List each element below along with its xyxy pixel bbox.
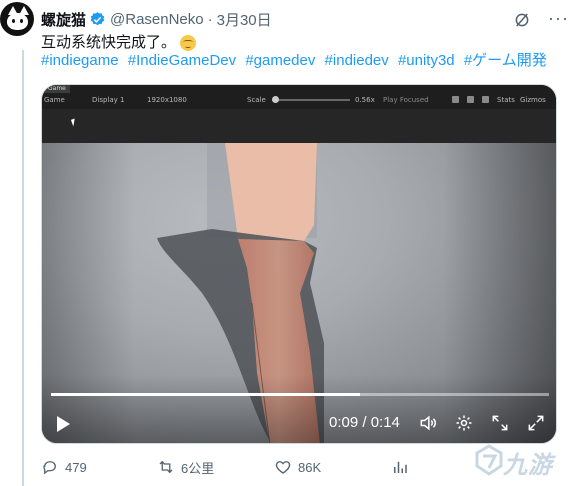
mute-audio-icon[interactable] xyxy=(452,96,459,103)
views-chart-icon xyxy=(394,461,407,473)
avatar[interactable] xyxy=(0,2,34,36)
unity-game-toolbar: Game Game Display 1 1920x1080 Scale 0.56… xyxy=(42,85,556,109)
tweet-text: 互动系统快完成了。 xyxy=(41,33,197,53)
bug-icon[interactable] xyxy=(467,96,474,103)
relieved-face-emoji-icon xyxy=(180,35,197,51)
retweet-icon xyxy=(159,460,173,474)
hashtag-link[interactable]: #unity3d xyxy=(398,52,455,69)
reply-icon xyxy=(43,461,56,475)
unity-game-tab[interactable]: Game xyxy=(44,85,70,93)
tweet-actions: 479 6公里 86K xyxy=(41,456,541,478)
gizmos-dropdown[interactable]: Gizmos xyxy=(520,95,546,105)
unity-viewport-top xyxy=(42,109,556,143)
scale-slider-knob[interactable] xyxy=(272,96,279,103)
retweet-button[interactable]: 6公里 xyxy=(157,456,214,478)
timestamp[interactable]: 3月30日 xyxy=(217,9,272,30)
tweet-header: 螺旋猫 @RasenNeko · 3月30日 xyxy=(41,9,272,29)
separator-dot: · xyxy=(207,10,213,28)
more-icon[interactable]: ··· xyxy=(548,8,568,28)
hashtag-link[interactable]: #gamedev xyxy=(245,52,315,69)
watermark-logo: 九游 xyxy=(468,440,587,486)
stats-toggle[interactable]: Stats xyxy=(497,95,515,105)
cat-eye-icon xyxy=(20,19,23,23)
scale-slider[interactable] xyxy=(272,99,350,101)
hashtag-link[interactable]: #IndieGameDev xyxy=(128,52,236,69)
handle[interactable]: @RasenNeko xyxy=(110,11,204,28)
cat-eye-icon xyxy=(12,19,15,23)
heart-icon xyxy=(275,461,291,474)
retweet-count: 6公里 xyxy=(181,460,215,476)
watermark-text: 九游 xyxy=(503,452,553,479)
display-dropdown[interactable]: Display 1 xyxy=(92,95,124,105)
scale-label: Scale xyxy=(247,96,266,104)
display-name[interactable]: 螺旋猫 xyxy=(41,9,86,30)
video-progress-fill xyxy=(51,393,360,396)
play-focused-dropdown[interactable]: Play Focused xyxy=(383,95,429,105)
tweet-body: 互动系统快完成了。 xyxy=(41,34,177,51)
settings-gear-icon[interactable] xyxy=(454,413,474,433)
video-time: 0:09 / 0:14 xyxy=(329,414,400,431)
play-icon[interactable] xyxy=(57,416,70,432)
fullscreen-icon[interactable] xyxy=(526,413,546,433)
reply-count: 479 xyxy=(65,459,87,475)
nine-game-logo-icon xyxy=(475,444,503,476)
scale-value: 0.56x xyxy=(355,96,375,104)
reply-button[interactable]: 479 xyxy=(41,456,87,478)
video-progress-bar[interactable] xyxy=(51,393,549,396)
hashtag-link[interactable]: #ゲーム開発 xyxy=(464,52,547,69)
resolution-dropdown[interactable]: 1920x1080 xyxy=(147,95,187,105)
video-player[interactable]: Game Game Display 1 1920x1080 Scale 0.56… xyxy=(41,84,557,444)
hashtag-link[interactable]: #indiegame xyxy=(41,52,119,69)
cat-face-icon xyxy=(7,13,28,30)
video-controls-overlay xyxy=(42,375,556,443)
like-count: 86K xyxy=(298,459,322,475)
game-dropdown[interactable]: Game xyxy=(44,95,65,105)
views-button[interactable] xyxy=(391,456,415,478)
verified-badge-icon xyxy=(90,11,105,25)
volume-icon[interactable] xyxy=(418,413,438,433)
hashtag-list: #indiegame #IndieGameDev #gamedev #indie… xyxy=(41,51,552,71)
display-icon[interactable] xyxy=(482,96,489,103)
hashtag-link[interactable]: #indiedev xyxy=(325,52,389,69)
pip-icon[interactable] xyxy=(490,413,510,433)
grok-icon[interactable] xyxy=(513,11,531,29)
like-button[interactable]: 86K xyxy=(274,456,321,478)
thread-line xyxy=(22,50,24,486)
